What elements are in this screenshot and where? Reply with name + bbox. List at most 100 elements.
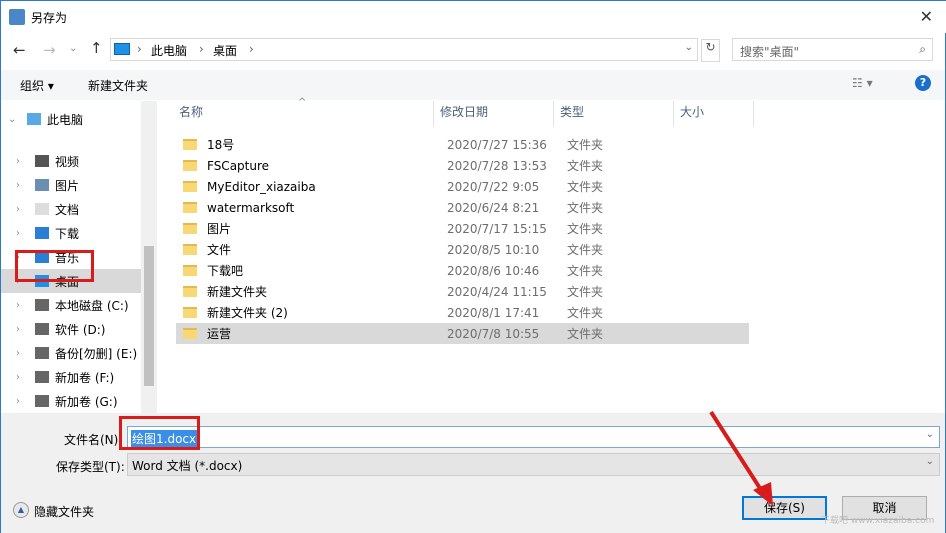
chevron-right-icon[interactable]: ›: [16, 396, 30, 407]
nav-item[interactable]: › 本地磁盘 (C:): [1, 293, 141, 317]
nav-item[interactable]: › 下载: [1, 221, 141, 245]
nav-item[interactable]: ⌄ 此电脑: [1, 107, 133, 131]
file-type-select[interactable]: Word 文档 (*.docx) ⌄: [127, 453, 940, 476]
folder-icon: [183, 202, 197, 213]
file-row[interactable]: 运营 2020/7/8 10:55 文件夹: [176, 323, 749, 344]
chevron-right-icon[interactable]: ›: [16, 228, 30, 239]
file-row[interactable]: 新建文件夹 2020/4/24 11:15 文件夹: [176, 281, 749, 302]
file-row[interactable]: 新建文件夹 (2) 2020/8/1 17:41 文件夹: [176, 302, 749, 323]
filename-input[interactable]: 绘图1.docx ⌄: [127, 426, 940, 448]
desktop-icon: [114, 43, 130, 55]
title-bar: 另存为 ✕: [1, 1, 946, 33]
chevron-down-icon[interactable]: ⌄: [926, 429, 934, 440]
folder-icon: [183, 223, 197, 234]
nav-item[interactable]: › 图片: [1, 173, 141, 197]
nav-item-label: 图片: [55, 178, 80, 193]
file-type-label: 保存类型(T):: [56, 460, 125, 474]
chevron-right-icon[interactable]: ›: [16, 372, 30, 383]
folder-icon: [183, 160, 197, 171]
search-input[interactable]: 搜索"桌面" ⌕: [732, 38, 933, 61]
file-row[interactable]: 文件 2020/8/5 10:10 文件夹: [176, 239, 749, 260]
nav-item-label: 备份[勿删] (E:): [55, 346, 138, 361]
nav-item-label: 下载: [55, 226, 80, 241]
folder-icon: [183, 181, 197, 192]
toolbar: 组织 ▾ 新建文件夹 ☷ ▾ ?: [1, 70, 945, 100]
folder-icon: [183, 265, 197, 276]
document-icon: [35, 203, 49, 215]
chevron-right-icon[interactable]: ›: [16, 348, 30, 359]
up-button[interactable]: ↑: [90, 39, 103, 57]
forward-button[interactable]: →: [43, 41, 56, 59]
nav-item-label: 此电脑: [47, 112, 84, 127]
folder-icon: [183, 307, 197, 318]
chevron-down-icon[interactable]: ⌄: [685, 42, 693, 53]
column-name[interactable]: 名称: [179, 103, 203, 125]
file-row[interactable]: 下载吧 2020/8/6 10:46 文件夹: [176, 260, 749, 281]
nav-item[interactable]: › 视频: [1, 149, 141, 173]
highlight-box: [119, 416, 200, 450]
chevron-down-icon[interactable]: ⌄: [8, 114, 22, 125]
computer-icon: [27, 113, 41, 125]
recent-dropdown[interactable]: ⌄: [69, 43, 77, 54]
nav-item[interactable]: › 软件 (D:): [1, 317, 141, 341]
column-type[interactable]: 类型: [560, 103, 584, 125]
address-bar[interactable]: › 此电脑 › 桌面 › ⌄: [110, 38, 698, 61]
window-title: 另存为: [31, 11, 68, 25]
nav-item-label: 视频: [55, 154, 80, 169]
drive-icon: [35, 395, 49, 407]
drive-icon: [35, 299, 49, 311]
drive-icon: [35, 323, 49, 335]
file-row[interactable]: 18号 2020/7/27 15:36 文件夹: [176, 134, 749, 155]
chevron-right-icon[interactable]: ›: [16, 204, 30, 215]
file-row[interactable]: 图片 2020/7/17 15:15 文件夹: [176, 218, 749, 239]
chevron-right-icon[interactable]: ›: [16, 180, 30, 191]
sort-indicator: ^: [298, 97, 307, 108]
folder-icon: [183, 139, 197, 150]
breadcrumb-desktop[interactable]: 桌面: [213, 42, 237, 59]
help-button[interactable]: ?: [915, 75, 931, 91]
close-button[interactable]: ✕: [920, 7, 933, 26]
refresh-button[interactable]: ↻: [701, 39, 720, 62]
nav-scrollbar[interactable]: [141, 101, 157, 413]
nav-item-label: 本地磁盘 (C:): [55, 298, 129, 313]
nav-item[interactable]: › 新加卷 (F:): [1, 365, 141, 389]
drive-icon: [35, 347, 49, 359]
hide-folders-button[interactable]: 隐藏文件夹: [34, 503, 94, 520]
file-row[interactable]: watermarksoft 2020/6/24 8:21 文件夹: [176, 197, 749, 218]
chevron-right-icon[interactable]: ›: [16, 156, 30, 167]
chevron-up-icon[interactable]: ▲: [13, 502, 29, 518]
nav-item[interactable]: › 备份[勿删] (E:): [1, 341, 141, 365]
save-as-icon: [9, 9, 25, 25]
video-icon: [35, 155, 49, 167]
file-row[interactable]: FSCapture 2020/7/28 13:53 文件夹: [176, 155, 749, 176]
nav-item-label: 新加卷 (G:): [55, 394, 118, 409]
chevron-right-icon[interactable]: ›: [16, 300, 30, 311]
download-icon: [35, 227, 49, 239]
nav-item-label: 新加卷 (F:): [55, 370, 115, 385]
filename-label: 文件名(N):: [64, 433, 123, 447]
nav-item-label: 文档: [55, 202, 80, 217]
nav-item[interactable]: › 新加卷 (G:): [1, 389, 141, 413]
column-size[interactable]: 大小: [680, 103, 704, 125]
folder-icon: [183, 286, 197, 297]
folder-icon: [183, 244, 197, 255]
highlight-box: [15, 250, 94, 282]
nav-item-label: 软件 (D:): [55, 322, 106, 337]
red-arrow: [709, 410, 773, 506]
organize-button[interactable]: 组织 ▾: [20, 77, 54, 94]
search-icon: ⌕: [919, 42, 926, 56]
view-options-button[interactable]: ☷ ▾: [852, 76, 873, 90]
folder-icon: [183, 328, 197, 339]
new-folder-button[interactable]: 新建文件夹: [88, 77, 148, 94]
column-date[interactable]: 修改日期: [440, 103, 488, 125]
watermark: 下载吧 www.xiazaiba.com: [821, 516, 935, 526]
back-button[interactable]: ←: [13, 41, 26, 59]
breadcrumb-this-pc[interactable]: 此电脑: [151, 42, 187, 59]
scrollbar-thumb[interactable]: [144, 246, 154, 386]
nav-item[interactable]: › 文档: [1, 197, 141, 221]
drive-icon: [35, 371, 49, 383]
picture-icon: [35, 179, 49, 191]
chevron-down-icon: ⌄: [925, 456, 934, 467]
file-row[interactable]: MyEditor_xiazaiba 2020/7/22 9:05 文件夹: [176, 176, 749, 197]
chevron-right-icon[interactable]: ›: [16, 324, 30, 335]
